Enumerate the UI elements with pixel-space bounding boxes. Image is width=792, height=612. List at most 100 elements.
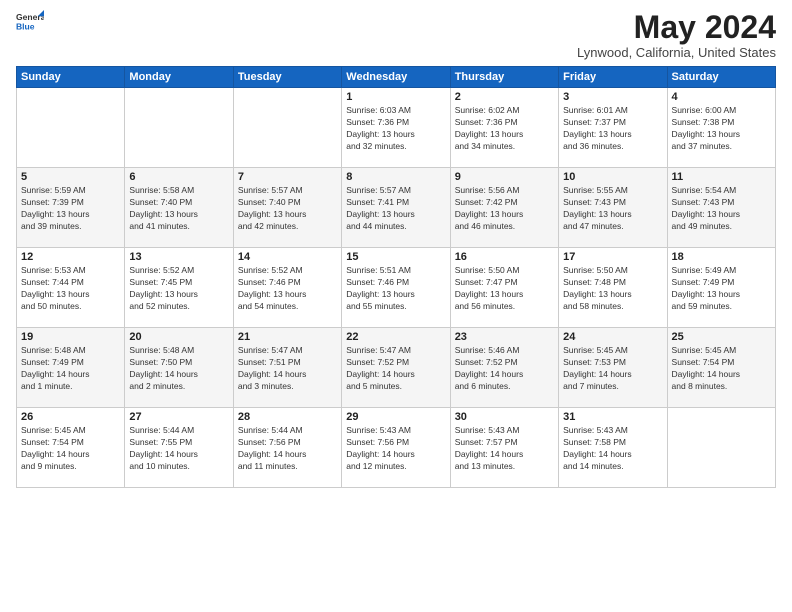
calendar-cell: 31 Sunrise: 5:43 AM Sunset: 7:58 PM Dayli…	[559, 408, 667, 488]
weekday-header: Monday	[125, 67, 233, 88]
day-number: 26	[21, 411, 120, 423]
calendar-cell	[17, 88, 125, 168]
cell-info: Sunrise: 5:51 AM Sunset: 7:46 PM Dayligh…	[346, 265, 445, 313]
day-number: 11	[672, 171, 771, 183]
cell-info: Sunrise: 6:03 AM Sunset: 7:36 PM Dayligh…	[346, 105, 445, 153]
cell-info: Sunrise: 6:02 AM Sunset: 7:36 PM Dayligh…	[455, 105, 554, 153]
day-number: 2	[455, 91, 554, 103]
cell-info: Sunrise: 5:57 AM Sunset: 7:41 PM Dayligh…	[346, 185, 445, 233]
cell-info: Sunrise: 6:00 AM Sunset: 7:38 PM Dayligh…	[672, 105, 771, 153]
day-number: 15	[346, 251, 445, 263]
calendar-cell: 24Sunrise: 5:45 AM Sunset: 7:53 PM Dayli…	[559, 328, 667, 408]
day-number: 5	[21, 171, 120, 183]
calendar-cell: 23 Sunrise: 5:46 AM Sunset: 7:52 PM Dayli…	[450, 328, 558, 408]
title-area: May 2024 Lynwood, California, United Sta…	[577, 10, 776, 60]
cell-info: Sunrise: 5:43 AM Sunset: 7:57 PM Dayligh…	[455, 425, 554, 473]
calendar-cell	[233, 88, 341, 168]
calendar-cell	[667, 408, 775, 488]
cell-info: Sunrise: 5:55 AM Sunset: 7:43 PM Dayligh…	[563, 185, 662, 233]
weekday-header-row: SundayMondayTuesdayWednesdayThursdayFrid…	[17, 67, 776, 88]
day-number: 17	[563, 251, 662, 263]
calendar-cell: 11 Sunrise: 5:54 AM Sunset: 7:43 PM Dayli…	[667, 168, 775, 248]
cell-info: Sunrise: 5:54 AM Sunset: 7:43 PM Dayligh…	[672, 185, 771, 233]
month-title: May 2024	[577, 10, 776, 45]
cell-info: Sunrise: 5:44 AM Sunset: 7:56 PM Dayligh…	[238, 425, 337, 473]
calendar-cell: 13 Sunrise: 5:52 AM Sunset: 7:45 PM Dayli…	[125, 248, 233, 328]
day-number: 3	[563, 91, 662, 103]
cell-info: Sunrise: 5:45 AM Sunset: 7:54 PM Dayligh…	[21, 425, 120, 473]
calendar-week-row: 19Sunrise: 5:48 AM Sunset: 7:49 PM Dayli…	[17, 328, 776, 408]
weekday-header: Wednesday	[342, 67, 450, 88]
day-number: 13	[129, 251, 228, 263]
calendar-cell: 9Sunrise: 5:56 AM Sunset: 7:42 PM Daylig…	[450, 168, 558, 248]
day-number: 9	[455, 171, 554, 183]
cell-info: Sunrise: 5:45 AM Sunset: 7:54 PM Dayligh…	[672, 345, 771, 393]
day-number: 4	[672, 91, 771, 103]
calendar-cell: 12Sunrise: 5:53 AM Sunset: 7:44 PM Dayli…	[17, 248, 125, 328]
weekday-header: Saturday	[667, 67, 775, 88]
logo-icon: General Blue	[16, 10, 44, 38]
calendar-cell: 8 Sunrise: 5:57 AM Sunset: 7:41 PM Daylig…	[342, 168, 450, 248]
logo: General Blue	[16, 10, 44, 38]
cell-info: Sunrise: 5:52 AM Sunset: 7:46 PM Dayligh…	[238, 265, 337, 313]
day-number: 20	[129, 331, 228, 343]
calendar-cell: 14 Sunrise: 5:52 AM Sunset: 7:46 PM Dayli…	[233, 248, 341, 328]
header: General Blue May 2024 Lynwood, Californi…	[16, 10, 776, 60]
calendar-cell: 2 Sunrise: 6:02 AM Sunset: 7:36 PM Daylig…	[450, 88, 558, 168]
calendar-table: SundayMondayTuesdayWednesdayThursdayFrid…	[16, 66, 776, 488]
cell-info: Sunrise: 5:47 AM Sunset: 7:52 PM Dayligh…	[346, 345, 445, 393]
calendar-week-row: 1 Sunrise: 6:03 AM Sunset: 7:36 PM Daylig…	[17, 88, 776, 168]
calendar-week-row: 26 Sunrise: 5:45 AM Sunset: 7:54 PM Dayli…	[17, 408, 776, 488]
day-number: 22	[346, 331, 445, 343]
cell-info: Sunrise: 6:01 AM Sunset: 7:37 PM Dayligh…	[563, 105, 662, 153]
weekday-header: Tuesday	[233, 67, 341, 88]
weekday-header: Thursday	[450, 67, 558, 88]
calendar-cell: 25 Sunrise: 5:45 AM Sunset: 7:54 PM Dayli…	[667, 328, 775, 408]
calendar-week-row: 5 Sunrise: 5:59 AM Sunset: 7:39 PM Daylig…	[17, 168, 776, 248]
day-number: 30	[455, 411, 554, 423]
calendar-cell: 16Sunrise: 5:50 AM Sunset: 7:47 PM Dayli…	[450, 248, 558, 328]
cell-info: Sunrise: 5:48 AM Sunset: 7:50 PM Dayligh…	[129, 345, 228, 393]
day-number: 21	[238, 331, 337, 343]
svg-text:General: General	[16, 12, 44, 22]
day-number: 27	[129, 411, 228, 423]
cell-info: Sunrise: 5:57 AM Sunset: 7:40 PM Dayligh…	[238, 185, 337, 233]
calendar-cell: 17 Sunrise: 5:50 AM Sunset: 7:48 PM Dayli…	[559, 248, 667, 328]
calendar-cell: 26 Sunrise: 5:45 AM Sunset: 7:54 PM Dayli…	[17, 408, 125, 488]
calendar-cell: 5 Sunrise: 5:59 AM Sunset: 7:39 PM Daylig…	[17, 168, 125, 248]
calendar-cell: 30 Sunrise: 5:43 AM Sunset: 7:57 PM Dayli…	[450, 408, 558, 488]
calendar-cell: 27 Sunrise: 5:44 AM Sunset: 7:55 PM Dayli…	[125, 408, 233, 488]
calendar-cell: 28 Sunrise: 5:44 AM Sunset: 7:56 PM Dayli…	[233, 408, 341, 488]
day-number: 25	[672, 331, 771, 343]
day-number: 28	[238, 411, 337, 423]
day-number: 29	[346, 411, 445, 423]
calendar-cell: 1 Sunrise: 6:03 AM Sunset: 7:36 PM Daylig…	[342, 88, 450, 168]
weekday-header: Friday	[559, 67, 667, 88]
day-number: 12	[21, 251, 120, 263]
calendar-cell: 7 Sunrise: 5:57 AM Sunset: 7:40 PM Daylig…	[233, 168, 341, 248]
calendar-cell: 21Sunrise: 5:47 AM Sunset: 7:51 PM Dayli…	[233, 328, 341, 408]
calendar-week-row: 12Sunrise: 5:53 AM Sunset: 7:44 PM Dayli…	[17, 248, 776, 328]
location: Lynwood, California, United States	[577, 45, 776, 60]
day-number: 24	[563, 331, 662, 343]
day-number: 8	[346, 171, 445, 183]
day-number: 16	[455, 251, 554, 263]
cell-info: Sunrise: 5:52 AM Sunset: 7:45 PM Dayligh…	[129, 265, 228, 313]
cell-info: Sunrise: 5:49 AM Sunset: 7:49 PM Dayligh…	[672, 265, 771, 313]
day-number: 18	[672, 251, 771, 263]
calendar-cell: 18 Sunrise: 5:49 AM Sunset: 7:49 PM Dayli…	[667, 248, 775, 328]
cell-info: Sunrise: 5:46 AM Sunset: 7:52 PM Dayligh…	[455, 345, 554, 393]
cell-info: Sunrise: 5:44 AM Sunset: 7:55 PM Dayligh…	[129, 425, 228, 473]
day-number: 14	[238, 251, 337, 263]
day-number: 31	[563, 411, 662, 423]
day-number: 23	[455, 331, 554, 343]
weekday-header: Sunday	[17, 67, 125, 88]
day-number: 7	[238, 171, 337, 183]
cell-info: Sunrise: 5:50 AM Sunset: 7:48 PM Dayligh…	[563, 265, 662, 313]
calendar-cell: 20 Sunrise: 5:48 AM Sunset: 7:50 PM Dayli…	[125, 328, 233, 408]
calendar-cell: 10Sunrise: 5:55 AM Sunset: 7:43 PM Dayli…	[559, 168, 667, 248]
cell-info: Sunrise: 5:59 AM Sunset: 7:39 PM Dayligh…	[21, 185, 120, 233]
calendar-cell: 22 Sunrise: 5:47 AM Sunset: 7:52 PM Dayli…	[342, 328, 450, 408]
cell-info: Sunrise: 5:43 AM Sunset: 7:58 PM Dayligh…	[563, 425, 662, 473]
day-number: 1	[346, 91, 445, 103]
